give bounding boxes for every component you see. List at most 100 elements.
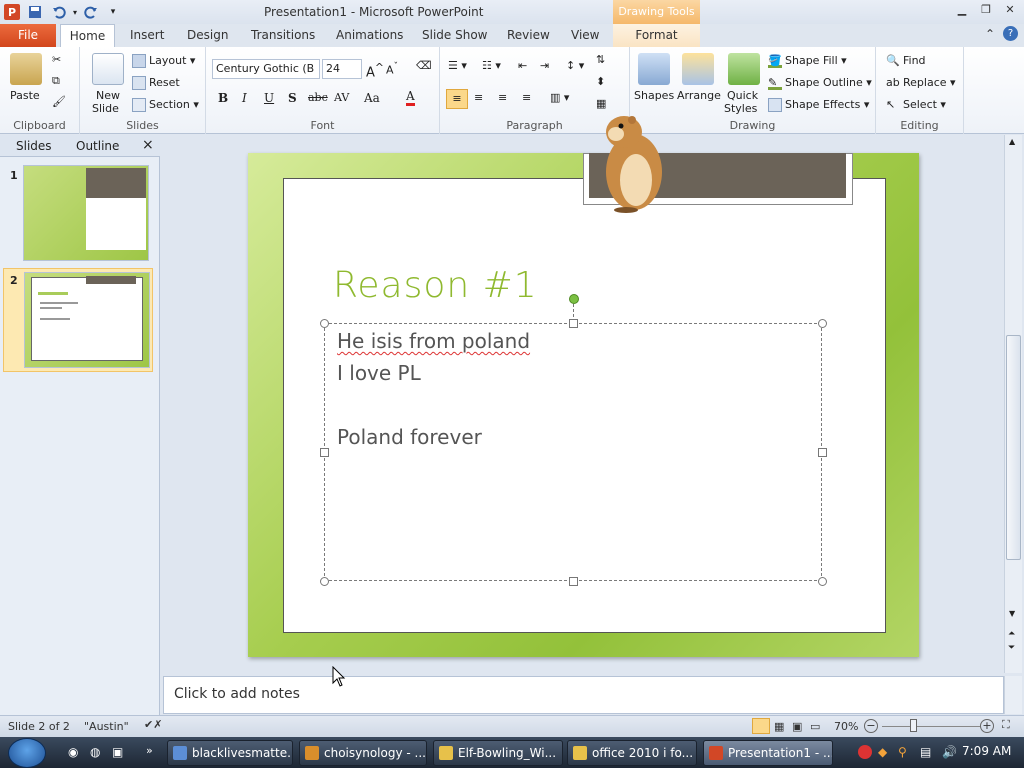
taskbar-item-1[interactable]: blacklivesmatte... bbox=[167, 740, 293, 766]
tray-search-icon[interactable]: ⚲ bbox=[898, 745, 907, 759]
fit-to-window-icon[interactable]: ⛶ bbox=[1002, 718, 1010, 732]
strikethrough-button[interactable]: abc bbox=[308, 91, 328, 104]
new-slide-label-2[interactable]: Slide bbox=[92, 102, 119, 115]
tray-security-icon[interactable] bbox=[858, 745, 872, 759]
slide-thumbnail-1[interactable] bbox=[23, 165, 149, 261]
save-icon[interactable] bbox=[26, 3, 44, 21]
copy-icon[interactable]: ⧉ bbox=[52, 74, 60, 88]
taskbar-item-2[interactable]: choisynology - ... bbox=[299, 740, 427, 766]
restore-button[interactable]: ❐ bbox=[977, 3, 995, 19]
change-case-button[interactable]: Aa bbox=[364, 91, 380, 105]
resize-handle-bottom[interactable] bbox=[569, 577, 578, 586]
tab-view[interactable]: View bbox=[571, 28, 599, 42]
align-center-button[interactable]: ≡ bbox=[474, 91, 483, 104]
align-right-button[interactable]: ≡ bbox=[498, 91, 507, 104]
font-size-combo[interactable]: 24 bbox=[322, 59, 362, 79]
decrease-indent-icon[interactable]: ⇤ bbox=[518, 59, 527, 72]
smartart-icon[interactable]: ▦ bbox=[596, 97, 606, 110]
cut-icon[interactable]: ✂ bbox=[52, 53, 61, 66]
previous-slide-icon[interactable]: ⏶ bbox=[1008, 629, 1015, 639]
minimize-button[interactable]: ▁ bbox=[953, 3, 971, 19]
spelling-check-icon[interactable]: ✔✗ bbox=[144, 718, 162, 731]
resize-handle-right[interactable] bbox=[818, 448, 827, 457]
find-button[interactable]: 🔍 Find bbox=[886, 54, 926, 68]
hamster-image[interactable] bbox=[596, 110, 668, 214]
start-button[interactable] bbox=[8, 738, 46, 768]
next-slide-icon[interactable]: ⏷ bbox=[1008, 643, 1015, 653]
increase-indent-icon[interactable]: ⇥ bbox=[540, 59, 549, 72]
notes-placeholder[interactable]: Click to add notes bbox=[174, 686, 300, 702]
customize-qat-icon[interactable]: ▾ bbox=[104, 3, 122, 21]
numbering-icon[interactable]: ☷ ▾ bbox=[482, 59, 501, 72]
taskbar-item-5-active[interactable]: Presentation1 - ... bbox=[703, 740, 833, 766]
section-button[interactable]: Section ▾ bbox=[132, 98, 199, 112]
scrollbar-thumb[interactable] bbox=[1006, 335, 1021, 560]
bold-button[interactable]: B bbox=[218, 91, 228, 105]
italic-button[interactable]: I bbox=[242, 91, 247, 105]
new-slide-icon[interactable] bbox=[92, 53, 124, 85]
slide-sorter-view-icon[interactable]: ▦ bbox=[774, 720, 784, 733]
quicklaunch-more-icon[interactable]: » bbox=[146, 744, 153, 757]
paste-button[interactable]: Paste bbox=[10, 89, 40, 102]
scroll-down-icon[interactable]: ▼ bbox=[1009, 609, 1015, 618]
shapes-button[interactable]: Shapes bbox=[634, 89, 674, 102]
tab-slides[interactable]: Slides bbox=[16, 139, 52, 153]
normal-view-icon[interactable] bbox=[752, 718, 770, 734]
tray-volume-icon[interactable]: 🔊 bbox=[942, 745, 957, 759]
zoom-slider-track[interactable] bbox=[882, 726, 980, 727]
quick-styles-icon[interactable] bbox=[728, 53, 760, 85]
text-direction-icon[interactable]: ⇅ bbox=[596, 53, 605, 66]
resize-handle-bottom-left[interactable] bbox=[320, 577, 329, 586]
help-icon[interactable]: ? bbox=[1003, 26, 1018, 41]
system-clock[interactable]: 7:09 AM bbox=[962, 744, 1011, 758]
quicklaunch-firefox-icon[interactable]: ◉ bbox=[68, 745, 78, 759]
select-button[interactable]: ↖ Select ▾ bbox=[886, 98, 946, 112]
close-window-button[interactable]: ✕ bbox=[1001, 3, 1019, 19]
vertical-scrollbar[interactable]: ▲ ▼ ⏶ ⏷ bbox=[1004, 135, 1022, 673]
tray-network-icon[interactable]: ▤ bbox=[920, 745, 931, 759]
resize-handle-bottom-right[interactable] bbox=[818, 577, 827, 586]
format-painter-icon[interactable]: 🖌 bbox=[52, 95, 66, 108]
taskbar-item-3[interactable]: Elf-Bowling_Wi... bbox=[433, 740, 563, 766]
zoom-out-icon[interactable]: − bbox=[864, 719, 878, 733]
shrink-font-icon[interactable]: Aˇ bbox=[386, 61, 398, 77]
shapes-icon[interactable] bbox=[638, 53, 670, 85]
tab-transitions[interactable]: Transitions bbox=[251, 28, 315, 42]
tab-review[interactable]: Review bbox=[507, 28, 550, 42]
tab-format[interactable]: Format bbox=[613, 24, 700, 47]
redo-icon[interactable] bbox=[82, 3, 100, 21]
resize-handle-left[interactable] bbox=[320, 448, 329, 457]
zoom-slider-thumb[interactable] bbox=[910, 719, 917, 732]
shape-outline-button[interactable]: ✎ Shape Outline ▾ bbox=[768, 76, 872, 90]
arrange-icon[interactable] bbox=[682, 53, 714, 85]
tab-design[interactable]: Design bbox=[187, 28, 228, 42]
paste-icon[interactable] bbox=[10, 53, 42, 85]
grow-font-icon[interactable]: A^ bbox=[366, 61, 384, 80]
powerpoint-app-icon[interactable]: P bbox=[4, 4, 20, 20]
tab-insert[interactable]: Insert bbox=[130, 28, 164, 42]
new-slide-label-1[interactable]: New bbox=[96, 89, 120, 102]
resize-handle-top-left[interactable] bbox=[320, 319, 329, 328]
slide-title[interactable]: Reason #1 bbox=[333, 265, 538, 306]
slide-show-view-icon[interactable]: ▭ bbox=[810, 720, 820, 733]
font-color-button[interactable]: A bbox=[406, 89, 415, 106]
quick-styles-label-1[interactable]: Quick bbox=[727, 89, 758, 102]
tab-home[interactable]: Home bbox=[60, 24, 115, 48]
justify-button[interactable]: ≡ bbox=[522, 91, 531, 104]
tab-animations[interactable]: Animations bbox=[336, 28, 403, 42]
close-pane-icon[interactable]: × bbox=[142, 137, 154, 153]
tab-slide-show[interactable]: Slide Show bbox=[422, 28, 487, 42]
shape-effects-button[interactable]: Shape Effects ▾ bbox=[768, 98, 869, 112]
columns-icon[interactable]: ▥ ▾ bbox=[550, 91, 569, 104]
slide-thumbnail-2[interactable] bbox=[24, 272, 150, 368]
align-left-button[interactable]: ≡ bbox=[446, 89, 468, 109]
underline-button[interactable]: U bbox=[264, 91, 274, 105]
line-spacing-icon[interactable]: ↕ ▾ bbox=[566, 59, 584, 72]
font-name-combo[interactable]: Century Gothic (B bbox=[212, 59, 320, 79]
zoom-level[interactable]: 70% bbox=[834, 720, 858, 733]
quick-styles-label-2[interactable]: Styles bbox=[724, 102, 757, 115]
character-spacing-button[interactable]: AV bbox=[334, 91, 349, 104]
tab-file[interactable]: File bbox=[0, 24, 56, 47]
bullets-icon[interactable]: ☰ ▾ bbox=[448, 59, 467, 72]
tab-outline[interactable]: Outline bbox=[76, 139, 119, 153]
